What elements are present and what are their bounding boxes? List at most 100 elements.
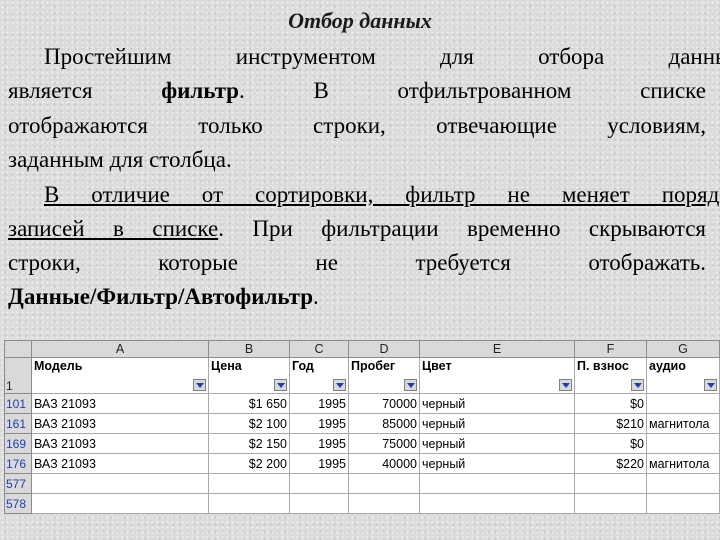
para2-line1: В отличие от сортировки, фильтр не меняе… [8, 178, 720, 213]
table-cell[interactable] [419, 473, 575, 494]
field-header-row: 1 Модель Цена Год Пробег Цвет П. взнос а… [4, 357, 720, 394]
table-cell[interactable]: $2 100 [208, 413, 290, 434]
table-cell[interactable]: магнитола [646, 453, 720, 474]
spreadsheet: A B C D E F G 1 Модель Цена Год Пробег Ц… [4, 340, 720, 514]
para1-line2-end: . В отфильтрованном списке [238, 78, 706, 103]
row-header[interactable]: 161 [4, 413, 32, 434]
autofilter-dropdown-icon[interactable] [193, 379, 206, 391]
column-header-f[interactable]: F [574, 340, 647, 358]
autofilter-dropdown-icon[interactable] [559, 379, 572, 391]
table-cell[interactable]: черный [419, 413, 575, 434]
slide-title: Отбор данных [288, 8, 432, 33]
table-cell[interactable] [419, 493, 575, 514]
para2-line4-rest: . [313, 284, 319, 309]
column-header-e[interactable]: E [419, 340, 575, 358]
row-header[interactable]: 578 [4, 493, 32, 514]
header-label: Цвет [422, 359, 452, 373]
autofilter-dropdown-icon[interactable] [333, 379, 346, 391]
para2-line2: записей в списке. При фильтрации временн… [8, 212, 706, 247]
column-header-d[interactable]: D [348, 340, 420, 358]
table-cell[interactable]: черный [419, 393, 575, 414]
header-cell-color[interactable]: Цвет [419, 357, 575, 394]
para1-line2: является фильтр. В отфильтрованном списк… [8, 74, 706, 109]
column-header-c[interactable]: C [289, 340, 349, 358]
table-cell[interactable]: ВАЗ 21093 [31, 433, 209, 454]
table-cell[interactable]: 1995 [289, 413, 349, 434]
table-cell[interactable]: 1995 [289, 393, 349, 414]
header-cell-mileage[interactable]: Пробег [348, 357, 420, 394]
para2-line3: строки, которые не требуется отображать. [8, 250, 706, 275]
para1-line3: отображаются только строки, отвечающие у… [8, 113, 706, 138]
column-header-row: A B C D E F G [4, 340, 720, 358]
column-header-a[interactable]: A [31, 340, 209, 358]
para1-line1: Простейшим инструментом для отбора данны… [44, 44, 720, 69]
table-row: 169 ВАЗ 21093 $2 150 1995 75000 черный $0 [4, 433, 720, 454]
table-cell[interactable] [348, 473, 420, 494]
table-cell[interactable] [646, 393, 720, 414]
header-cell-down-payment[interactable]: П. взнос [574, 357, 647, 394]
table-row: 577 [4, 473, 720, 494]
table-cell[interactable]: $210 [574, 413, 647, 434]
table-cell[interactable] [289, 493, 349, 514]
table-cell[interactable] [31, 473, 209, 494]
table-cell[interactable]: 1995 [289, 433, 349, 454]
para2-line4: Данные/Фильтр/Автофильтр. [8, 280, 706, 315]
row-header[interactable]: 169 [4, 433, 32, 454]
row-header[interactable]: 176 [4, 453, 32, 474]
header-cell-year[interactable]: Год [289, 357, 349, 394]
table-cell[interactable]: ВАЗ 21093 [31, 393, 209, 414]
table-row: 578 [4, 493, 720, 514]
table-cell[interactable]: черный [419, 453, 575, 474]
table-row: 161 ВАЗ 21093 $2 100 1995 85000 черный $210 маг… [4, 413, 720, 434]
autofilter-dropdown-icon[interactable] [631, 379, 644, 391]
table-cell[interactable] [208, 493, 290, 514]
table-cell[interactable]: магнитола [646, 413, 720, 434]
table-row: 101 ВАЗ 21093 $1 650 1995 70000 черный $0 [4, 393, 720, 414]
header-cell-audio[interactable]: аудио [646, 357, 720, 394]
table-row: 176 ВАЗ 21093 $2 200 1995 40000 черный $220 маг… [4, 453, 720, 474]
table-cell[interactable] [646, 493, 720, 514]
table-cell[interactable] [646, 433, 720, 454]
autofilter-dropdown-icon[interactable] [404, 379, 417, 391]
table-cell[interactable] [574, 473, 647, 494]
header-label: Пробег [351, 359, 396, 373]
menu-path: Данные/Фильтр/Автофильтр [8, 284, 314, 309]
row-header[interactable]: 577 [4, 473, 32, 494]
table-cell[interactable]: 85000 [348, 413, 420, 434]
column-header-g[interactable]: G [646, 340, 720, 358]
table-cell[interactable] [208, 473, 290, 494]
header-label: Цена [211, 359, 242, 373]
header-cell-model[interactable]: Модель [31, 357, 209, 394]
para2-line2-rest: . При фильтрации временно скрываются [218, 216, 706, 241]
header-label: Модель [34, 359, 83, 373]
para2-line1-underlined: В отличие от сортировки, фильтр не меняе… [44, 182, 720, 207]
column-header-b[interactable]: B [208, 340, 290, 358]
table-cell[interactable]: черный [419, 433, 575, 454]
row-header[interactable]: 1 [4, 357, 32, 394]
table-cell[interactable]: $1 650 [208, 393, 290, 414]
table-cell[interactable]: 1995 [289, 453, 349, 474]
table-cell[interactable] [31, 493, 209, 514]
table-cell[interactable]: $0 [574, 393, 647, 414]
table-cell[interactable] [574, 493, 647, 514]
table-cell[interactable]: $0 [574, 433, 647, 454]
autofilter-dropdown-icon[interactable] [704, 379, 717, 391]
header-cell-price[interactable]: Цена [208, 357, 290, 394]
table-cell[interactable]: $220 [574, 453, 647, 474]
select-all-corner[interactable] [4, 340, 32, 358]
para1-line2-start: является [8, 78, 162, 103]
table-cell[interactable]: 75000 [348, 433, 420, 454]
autofilter-dropdown-icon[interactable] [274, 379, 287, 391]
table-cell[interactable]: 70000 [348, 393, 420, 414]
filter-term: фильтр [161, 78, 239, 103]
table-cell[interactable]: ВАЗ 21093 [31, 453, 209, 474]
header-label: аудио [649, 359, 686, 373]
table-cell[interactable] [348, 493, 420, 514]
row-header[interactable]: 101 [4, 393, 32, 414]
table-cell[interactable] [289, 473, 349, 494]
table-cell[interactable]: $2 200 [208, 453, 290, 474]
table-cell[interactable]: $2 150 [208, 433, 290, 454]
table-cell[interactable]: ВАЗ 21093 [31, 413, 209, 434]
table-cell[interactable]: 40000 [348, 453, 420, 474]
table-cell[interactable] [646, 473, 720, 494]
